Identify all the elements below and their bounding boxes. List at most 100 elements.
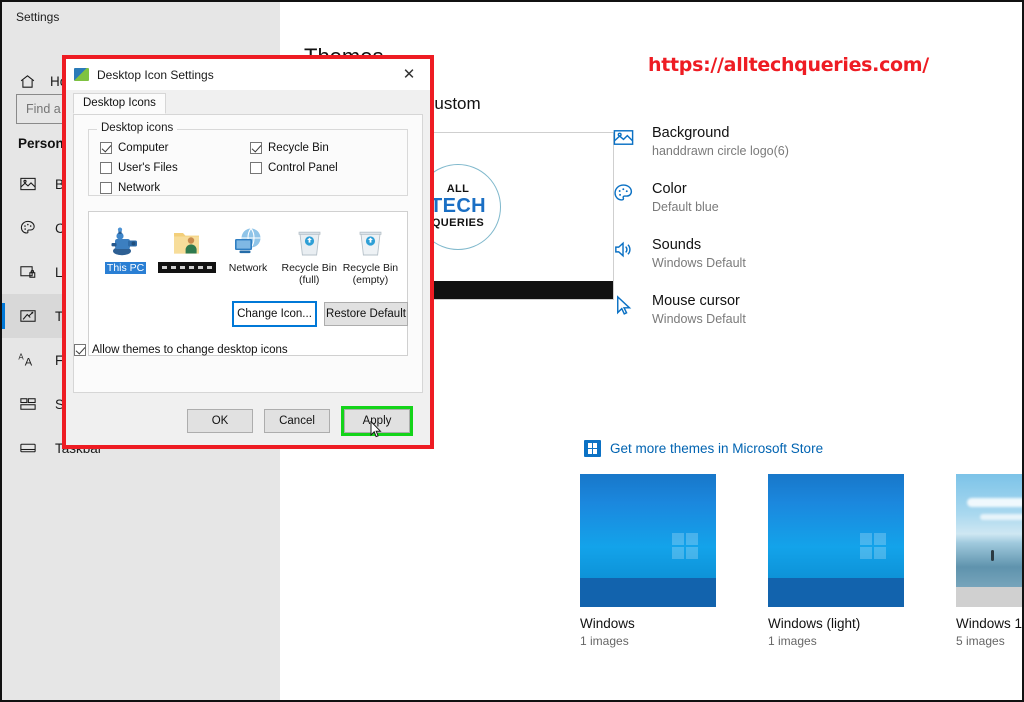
theme-name: Windows (580, 616, 635, 631)
recycle-bin-full-icon (279, 222, 340, 258)
cancel-button[interactable]: Cancel (264, 408, 330, 433)
taskbar-icon (18, 439, 37, 458)
theme-thumbnail (580, 474, 716, 607)
recycle-bin-empty-icon (340, 222, 401, 258)
ok-button[interactable]: OK (187, 408, 253, 433)
speaker-icon (610, 236, 636, 262)
checkbox-computer[interactable]: Computer (100, 142, 169, 154)
wallpaper-windows-blue (580, 474, 716, 607)
checkbox-recycle-bin[interactable]: Recycle Bin (250, 142, 329, 154)
icon-preview-pane[interactable]: This PC Network Recycle Bin (full) Recyc… (88, 211, 408, 356)
icon-preview-this-pc-label: This PC (104, 262, 147, 275)
icon-preview-users-files[interactable] (156, 222, 217, 288)
theme-card[interactable]: Windows 1 images (580, 474, 716, 648)
checkbox-users-files[interactable]: User's Files (100, 162, 178, 174)
checkbox-network-label: Network (118, 182, 161, 194)
theme-option-background-value: handdrawn circle logo(6) (652, 144, 789, 158)
apply-button-green-annotation: Apply (341, 405, 413, 437)
svg-text:A: A (18, 352, 24, 361)
theme-option-background[interactable]: Background handdrawn circle logo(6) (610, 124, 940, 158)
lock-screen-icon (18, 263, 37, 282)
get-more-themes-link-label: Get more themes in Microsoft Store (610, 441, 824, 456)
theme-image-count: 1 images (580, 634, 629, 648)
desktop-icon-settings-dialog: Desktop Icon Settings ✕ Desktop Icons De… (66, 59, 430, 445)
close-icon[interactable]: ✕ (388, 59, 430, 90)
mouse-cursor-pointer-icon (370, 420, 382, 437)
svg-text:A: A (25, 356, 33, 368)
checkbox-allow-themes[interactable]: Allow themes to change desktop icons (74, 344, 288, 356)
network-icon (217, 222, 278, 258)
icon-preview-network-label: Network (228, 262, 268, 274)
icon-preview-this-pc[interactable]: This PC (95, 222, 156, 288)
theme-option-sounds-value: Windows Default (652, 256, 746, 270)
fonts-aa-icon: A A (18, 351, 37, 370)
palette-icon (610, 180, 636, 206)
checkbox-control-panel[interactable]: Control Panel (250, 162, 338, 174)
dialog-red-annotation-box: Desktop Icon Settings ✕ Desktop Icons De… (62, 55, 434, 449)
wallpaper-windows-blue (768, 474, 904, 607)
theme-options-list: Background handdrawn circle logo(6) Colo… (610, 124, 940, 348)
themes-brush-icon (18, 307, 37, 326)
logo-line-3: QUERIES (431, 216, 485, 229)
theme-option-color[interactable]: Color Default blue (610, 180, 940, 214)
checkbox-control-panel-label: Control Panel (268, 162, 338, 174)
palette-icon (18, 219, 37, 238)
theme-card[interactable]: Windows (light) 1 images (768, 474, 904, 648)
checkbox-box[interactable] (250, 142, 262, 154)
desktop-icons-group: Desktop icons Computer Recycle Bin User'… (88, 122, 408, 196)
picture-icon (18, 175, 37, 194)
theme-option-background-name: Background (652, 125, 730, 141)
home-icon (18, 72, 36, 90)
icon-preview-recycle-bin-empty-label: Recycle Bin (empty) (342, 262, 399, 287)
desktop-icon-settings-icon (74, 68, 89, 81)
theme-option-mouse-cursor-name: Mouse cursor (652, 293, 740, 309)
theme-option-mouse-cursor[interactable]: Mouse cursor Windows Default (610, 292, 940, 326)
app-title: Settings (16, 10, 60, 24)
checkbox-computer-label: Computer (118, 142, 169, 154)
theme-thumbnail (956, 474, 1022, 607)
cursor-icon (610, 292, 636, 318)
theme-name: Windows 10 (956, 616, 1024, 631)
checkbox-users-files-label: User's Files (118, 162, 178, 174)
theme-option-sounds[interactable]: Sounds Windows Default (610, 236, 940, 270)
tab-desktop-icons[interactable]: Desktop Icons (73, 93, 166, 114)
logo-line-2: TECH (429, 195, 487, 218)
get-more-themes-link[interactable]: Get more themes in Microsoft Store (584, 440, 823, 457)
theme-gallery: Windows 1 images Windows (light) 1 image… (580, 474, 1024, 648)
icon-preview-recycle-bin-full-label: Recycle Bin (full) (281, 262, 337, 287)
theme-thumbnail (768, 474, 904, 607)
dialog-footer: OK Cancel Apply (66, 396, 430, 445)
checkbox-box[interactable] (100, 142, 112, 154)
checkbox-box[interactable] (100, 162, 112, 174)
start-tiles-icon (18, 395, 37, 414)
icon-preview-users-files-label-redacted (157, 262, 216, 273)
picture-icon (610, 124, 636, 150)
checkbox-allow-themes-label: Allow themes to change desktop icons (92, 344, 288, 356)
theme-card[interactable]: Windows 10 5 images (956, 474, 1024, 648)
theme-image-count: 1 images (768, 634, 817, 648)
theme-option-sounds-name: Sounds (652, 237, 702, 253)
dialog-title-bar[interactable]: Desktop Icon Settings ✕ (66, 59, 430, 90)
theme-image-count: 5 images (956, 634, 1005, 648)
checkbox-recycle-bin-label: Recycle Bin (268, 142, 329, 154)
theme-name: Windows (light) (768, 616, 861, 631)
desktop-icons-group-label: Desktop icons (97, 122, 178, 134)
dialog-title: Desktop Icon Settings (97, 67, 214, 82)
icon-preview-recycle-bin-empty[interactable]: Recycle Bin (empty) (340, 222, 401, 288)
tab-strip: Desktop Icons (73, 93, 423, 115)
checkbox-box[interactable] (250, 162, 262, 174)
theme-option-mouse-cursor-value: Windows Default (652, 312, 746, 326)
this-pc-icon (95, 222, 156, 258)
microsoft-store-icon (584, 440, 601, 457)
restore-default-button[interactable]: Restore Default (324, 302, 408, 326)
icon-preview-network[interactable]: Network (217, 222, 278, 288)
icon-preview-recycle-bin-full[interactable]: Recycle Bin (full) (279, 222, 340, 288)
screenshot-root: Settings Home Personalization (0, 0, 1024, 702)
checkbox-box[interactable] (100, 182, 112, 194)
user-folder-icon (156, 222, 217, 258)
watermark-url: https://alltechqueries.com/ (648, 54, 929, 76)
checkbox-network[interactable]: Network (100, 182, 160, 194)
theme-option-color-name: Color (652, 181, 687, 197)
checkbox-box[interactable] (74, 344, 86, 356)
change-icon-button[interactable]: Change Icon... (232, 301, 317, 327)
